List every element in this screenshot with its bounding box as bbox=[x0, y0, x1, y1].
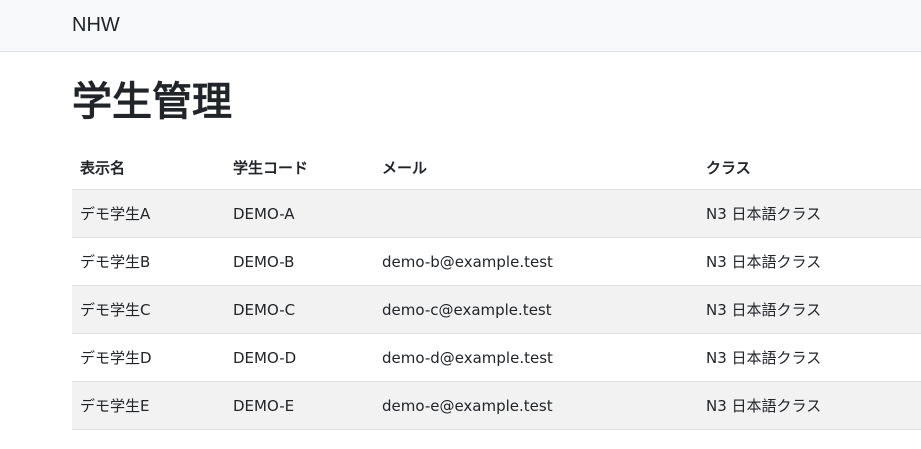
cell-email: demo-e@example.test bbox=[374, 381, 698, 430]
brand-link[interactable]: NHW bbox=[72, 12, 120, 38]
cell-display-name: デモ学生D bbox=[72, 333, 225, 382]
cell-class: N3 日本語クラス bbox=[698, 381, 921, 430]
cell-email: demo-c@example.test bbox=[374, 285, 698, 334]
table-row: デモ学生C DEMO-C demo-c@example.test N3 日本語ク… bbox=[72, 285, 921, 334]
cell-display-name: デモ学生E bbox=[72, 381, 225, 430]
table-header-row: 表示名 学生コード メール クラス bbox=[72, 146, 921, 190]
cell-student-code: DEMO-A bbox=[225, 189, 374, 238]
cell-class: N3 日本語クラス bbox=[698, 333, 921, 382]
table-row: デモ学生E DEMO-E demo-e@example.test N3 日本語ク… bbox=[72, 381, 921, 430]
top-navbar: NHW bbox=[0, 0, 921, 52]
column-header-class: クラス bbox=[698, 146, 921, 190]
column-header-display-name: 表示名 bbox=[72, 146, 225, 190]
cell-student-code: DEMO-E bbox=[225, 381, 374, 430]
page-title: 学生管理 bbox=[72, 79, 232, 125]
cell-email: demo-b@example.test bbox=[374, 237, 698, 286]
cell-student-code: DEMO-D bbox=[225, 333, 374, 382]
students-table-container: 表示名 学生コード メール クラス デモ学生A DEMO-A N3 日本語クラス… bbox=[72, 146, 921, 430]
table-row: デモ学生A DEMO-A N3 日本語クラス bbox=[72, 189, 921, 238]
cell-student-code: DEMO-C bbox=[225, 285, 374, 334]
table-row: デモ学生B DEMO-B demo-b@example.test N3 日本語ク… bbox=[72, 237, 921, 286]
cell-display-name: デモ学生C bbox=[72, 285, 225, 334]
cell-class: N3 日本語クラス bbox=[698, 189, 921, 238]
cell-display-name: デモ学生A bbox=[72, 189, 225, 238]
table-body: デモ学生A DEMO-A N3 日本語クラス デモ学生B DEMO-B demo… bbox=[72, 189, 921, 430]
cell-student-code: DEMO-B bbox=[225, 237, 374, 286]
column-header-email: メール bbox=[374, 146, 698, 190]
table-row: デモ学生D DEMO-D demo-d@example.test N3 日本語ク… bbox=[72, 333, 921, 382]
students-table: 表示名 学生コード メール クラス デモ学生A DEMO-A N3 日本語クラス… bbox=[72, 146, 921, 430]
cell-display-name: デモ学生B bbox=[72, 237, 225, 286]
cell-class: N3 日本語クラス bbox=[698, 285, 921, 334]
cell-email bbox=[374, 189, 698, 238]
cell-email: demo-d@example.test bbox=[374, 333, 698, 382]
cell-class: N3 日本語クラス bbox=[698, 237, 921, 286]
table-header: 表示名 学生コード メール クラス bbox=[72, 146, 921, 190]
column-header-student-code: 学生コード bbox=[225, 146, 374, 190]
